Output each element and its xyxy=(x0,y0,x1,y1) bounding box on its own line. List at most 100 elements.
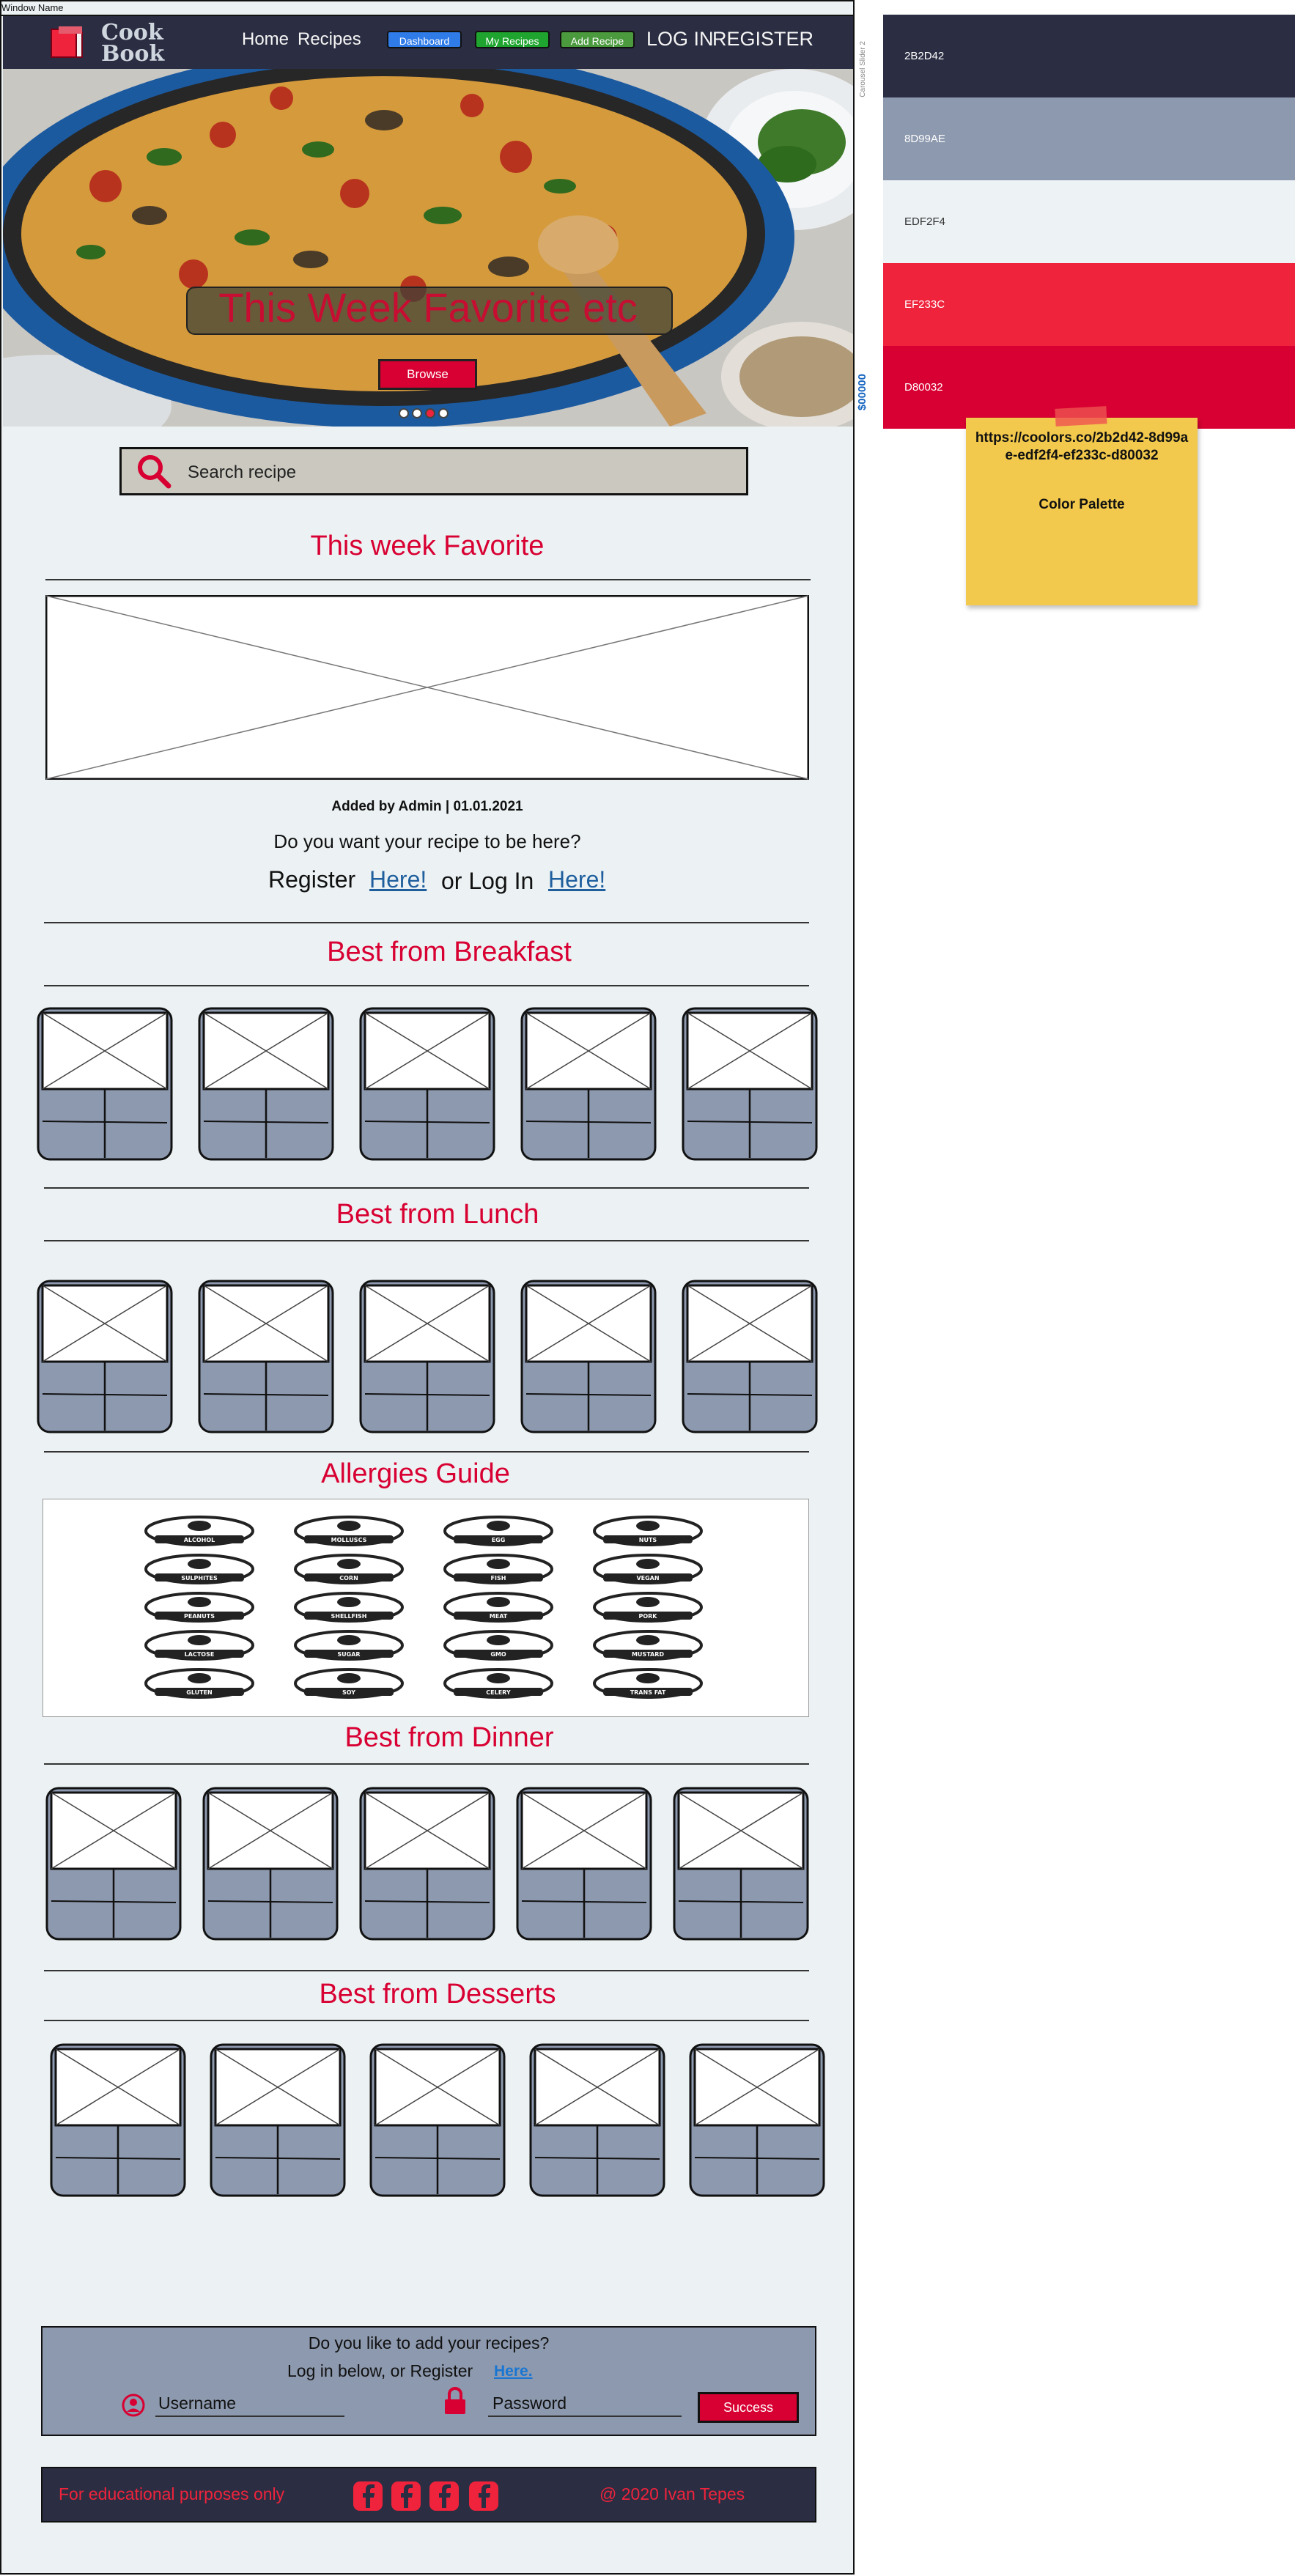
allergen-badge-icon[interactable]: CELERY xyxy=(443,1668,553,1699)
allergen-badge-icon[interactable]: MOLLUSCS xyxy=(294,1516,404,1546)
recipe-card[interactable] xyxy=(50,2043,186,2197)
recipe-card[interactable] xyxy=(682,1280,818,1433)
allergen-badge-icon[interactable]: GMO xyxy=(443,1630,553,1661)
site-logo[interactable]: Cook Book xyxy=(101,22,189,65)
recipe-card[interactable] xyxy=(359,1280,495,1433)
allergen-badge-icon[interactable]: TRANS FAT xyxy=(593,1668,703,1699)
facebook-icon[interactable] xyxy=(468,2480,500,2512)
recipe-card[interactable] xyxy=(45,1787,182,1941)
desserts-divider xyxy=(44,2020,809,2021)
allergen-badge-icon[interactable]: LACTOSE xyxy=(144,1630,254,1661)
allergies-guide: ALCOHOL MOLLUSCS EGG NUTS SULPHITES CORN FISH V… xyxy=(43,1499,809,1717)
search-bar[interactable]: Search recipe xyxy=(119,447,748,495)
recipe-card[interactable] xyxy=(673,1787,809,1941)
allergen-badge-icon[interactable]: ALCOHOL xyxy=(144,1516,254,1546)
allergen-badge-icon[interactable]: SOY xyxy=(294,1668,404,1699)
allergen-badge-icon[interactable]: NUTS xyxy=(593,1516,703,1546)
success-button[interactable]: Success xyxy=(698,2392,799,2423)
recipe-card[interactable] xyxy=(202,1787,339,1941)
recipe-card[interactable] xyxy=(520,1007,657,1161)
recipe-card[interactable] xyxy=(37,1280,173,1433)
dinner-divider xyxy=(44,1763,809,1765)
allergen-badge-icon[interactable]: SUGAR xyxy=(294,1630,404,1661)
favorite-register-text: Register xyxy=(268,866,356,893)
allergen-badge-icon[interactable]: VEGAN xyxy=(593,1554,703,1584)
carousel-dot-1[interactable] xyxy=(399,408,409,418)
allergen-badge-icon[interactable]: MUSTARD xyxy=(593,1630,703,1661)
footer-copyright: @ 2020 Ivan Tepes xyxy=(599,2484,745,2503)
allergen-badge-icon[interactable]: SHELLFISH xyxy=(294,1592,404,1623)
recipe-card[interactable] xyxy=(369,2043,506,2197)
carousel-side-code: $00000 xyxy=(856,374,868,411)
nav-recipes[interactable]: Recipes xyxy=(298,29,361,50)
password-field[interactable]: Password xyxy=(492,2394,567,2413)
carousel-dot-3[interactable] xyxy=(425,408,435,418)
lunch-divider xyxy=(44,1240,809,1241)
login-register-link[interactable]: Here. xyxy=(494,2363,533,2380)
recipe-card[interactable] xyxy=(682,1007,818,1161)
recipe-card[interactable] xyxy=(529,2043,665,2197)
allergen-label: FISH xyxy=(491,1575,506,1582)
recipe-card[interactable] xyxy=(210,2043,346,2197)
username-field[interactable]: Username xyxy=(158,2394,236,2413)
facebook-icon[interactable] xyxy=(390,2480,422,2512)
allergen-badge-icon[interactable]: GLUTEN xyxy=(144,1668,254,1699)
hero-caption: This Week Favorite etc xyxy=(218,284,638,331)
allergen-label: SHELLFISH xyxy=(331,1613,366,1620)
login-line2: Log in below, or Register xyxy=(287,2361,473,2380)
allergen-badge-icon[interactable]: SULPHITES xyxy=(144,1554,254,1584)
favorite-question: Do you want your recipe to be here? xyxy=(273,830,581,852)
allergen-label: GMO xyxy=(490,1651,506,1658)
favorite-title: This week Favorite xyxy=(310,531,545,561)
palette-title: Color Palette xyxy=(1038,497,1125,512)
favorite-login-link[interactable]: Here! xyxy=(548,866,605,893)
favorite-bottom-divider xyxy=(44,922,809,923)
allergen-badge-icon[interactable]: PEANUTS xyxy=(144,1592,254,1623)
favorite-added-by: Added by Admin | 01.01.2021 xyxy=(331,799,523,814)
allergen-label: GLUTEN xyxy=(186,1689,213,1696)
facebook-icon[interactable] xyxy=(352,2480,384,2512)
palette-label-4: EF233C xyxy=(904,298,945,311)
allergen-label: CORN xyxy=(339,1575,358,1582)
allergen-badge-icon[interactable]: CORN xyxy=(294,1554,404,1584)
facebook-icon[interactable] xyxy=(428,2480,460,2512)
allergies-top-divider xyxy=(44,1451,809,1453)
favorite-divider xyxy=(45,579,811,580)
allergen-badge-icon[interactable]: PORK xyxy=(593,1592,703,1623)
favorite-or-login-text: or Log In xyxy=(441,868,534,894)
allergen-badge-icon[interactable]: FISH xyxy=(443,1554,553,1584)
allergen-label: VEGAN xyxy=(636,1575,659,1582)
window-title: Window Name xyxy=(1,2,64,13)
my-recipes-button[interactable]: My Recipes xyxy=(475,31,550,48)
favorite-image-placeholder[interactable] xyxy=(45,595,809,780)
search-input[interactable]: Search recipe xyxy=(188,462,296,483)
register-link[interactable]: REGISTER xyxy=(712,28,813,51)
carousel-side-label: Carousel Slider 2 xyxy=(859,41,867,97)
browse-button[interactable]: Browse xyxy=(378,359,477,390)
lunch-top-divider xyxy=(44,1187,809,1189)
recipe-card[interactable] xyxy=(516,1787,652,1941)
allergen-label: TRANS FAT xyxy=(630,1689,666,1696)
book-logo-icon[interactable] xyxy=(48,25,92,60)
carousel-dot-2[interactable] xyxy=(412,408,422,418)
login-link[interactable]: LOG IN xyxy=(646,28,714,51)
allergen-label: NUTS xyxy=(639,1537,657,1543)
desserts-top-divider xyxy=(44,1970,809,1971)
recipe-card[interactable] xyxy=(359,1007,495,1161)
favorite-register-link[interactable]: Here! xyxy=(369,866,427,893)
recipe-card[interactable] xyxy=(520,1280,657,1433)
recipe-card[interactable] xyxy=(198,1280,334,1433)
allergen-badge-icon[interactable]: MEAT xyxy=(443,1592,553,1623)
carousel-dot-4[interactable] xyxy=(438,408,449,418)
recipe-card[interactable] xyxy=(198,1007,334,1161)
recipe-card[interactable] xyxy=(689,2043,825,2197)
allergies-title: Allergies Guide xyxy=(321,1458,510,1489)
allergen-label: CELERY xyxy=(486,1689,511,1696)
recipe-card[interactable] xyxy=(359,1787,495,1941)
nav-home[interactable]: Home xyxy=(242,29,289,50)
allergen-label: ALCOHOL xyxy=(184,1537,215,1543)
allergen-badge-icon[interactable]: EGG xyxy=(443,1516,553,1546)
dashboard-button[interactable]: Dashboard xyxy=(387,31,462,48)
recipe-card[interactable] xyxy=(37,1007,173,1161)
add-recipe-button[interactable]: Add Recipe xyxy=(560,31,635,48)
